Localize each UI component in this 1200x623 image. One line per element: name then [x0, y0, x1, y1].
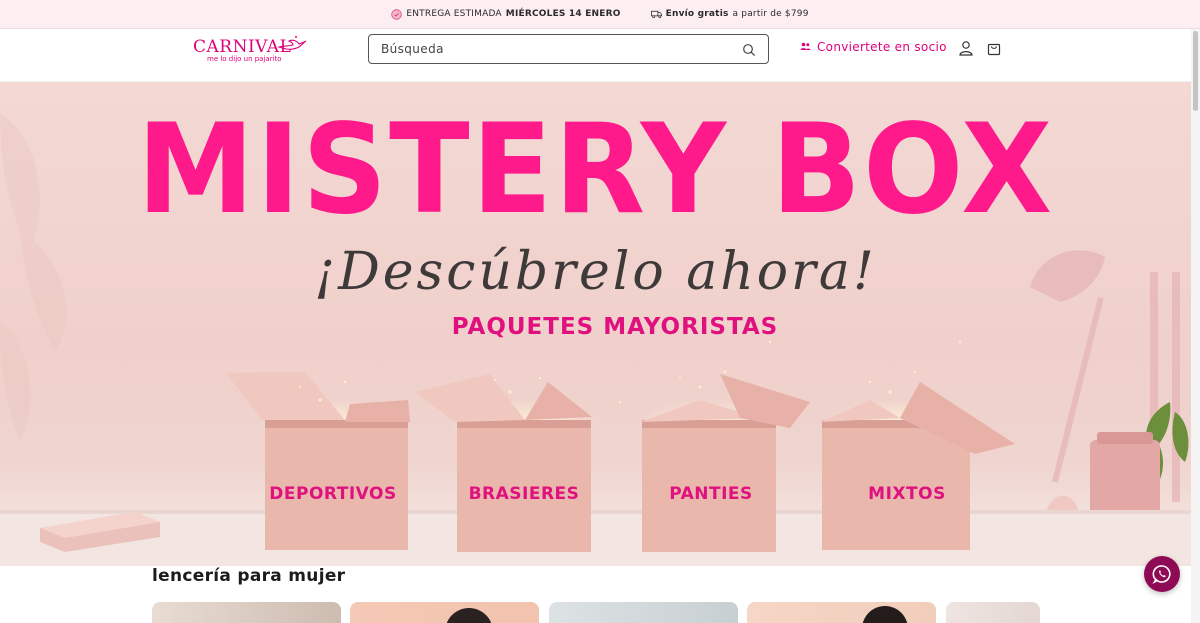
- product-card[interactable]: [747, 602, 936, 623]
- shipping-bold: Envío gratis: [665, 9, 729, 19]
- delivery-prefix: ENTREGA ESTIMADA: [406, 9, 502, 19]
- box-label-mixtos: MIXTOS: [868, 484, 946, 504]
- box-label-brasieres: BRASIERES: [468, 484, 580, 504]
- hero-banner[interactable]: MISTERY BOX ¡Descúbrelo ahora! PAQUETES …: [0, 82, 1191, 566]
- search-icon[interactable]: [742, 42, 756, 57]
- become-partner-link[interactable]: Conviertete en socio: [800, 40, 947, 54]
- product-card[interactable]: [350, 602, 539, 623]
- whatsapp-chat-button[interactable]: [1144, 556, 1180, 592]
- box-label-panties: PANTIES: [669, 484, 753, 504]
- whatsapp-icon: [1152, 565, 1171, 584]
- delivery-date: MIÉRCOLES 14 ENERO: [505, 9, 621, 19]
- hero-title: MISTERY BOX: [136, 96, 1055, 242]
- bag-icon[interactable]: [986, 40, 1002, 56]
- shipping-rest: a partir de $799: [732, 9, 809, 19]
- user-icon[interactable]: [958, 40, 974, 56]
- product-card[interactable]: [152, 602, 341, 623]
- announcement-bar: ENTREGA ESTIMADA MIÉRCOLES 14 ENERO Enví…: [0, 0, 1200, 29]
- product-card[interactable]: [946, 602, 1040, 623]
- product-cards: [152, 602, 1040, 623]
- logo[interactable]: CARNIVAL me lo dijo un pajarito: [193, 33, 308, 77]
- page-scrollbar[interactable]: [1191, 29, 1200, 623]
- users-icon: [800, 40, 811, 54]
- search-box[interactable]: [368, 34, 769, 64]
- site-header: CARNIVAL me lo dijo un pajarito Conviert…: [0, 29, 1200, 82]
- partner-label: Conviertete en socio: [817, 40, 947, 54]
- bird-logo-icon: [277, 36, 307, 50]
- section-title: lencería para mujer: [152, 566, 346, 586]
- hero-script: ¡Descúbrelo ahora!: [314, 242, 877, 302]
- product-card[interactable]: [549, 602, 738, 623]
- delivery-estimate: ENTREGA ESTIMADA MIÉRCOLES 14 ENERO: [391, 8, 621, 20]
- scrollbar-thumb[interactable]: [1193, 31, 1198, 111]
- hero-subtitle: PAQUETES MAYORISTAS: [451, 314, 779, 340]
- logo-tagline: me lo dijo un pajarito: [207, 55, 282, 63]
- truck-icon: [650, 9, 662, 20]
- search-input[interactable]: [381, 42, 742, 56]
- free-shipping-note: Envío gratis a partir de $799: [650, 9, 809, 20]
- box-label-deportivos: DEPORTIVOS: [269, 484, 397, 504]
- clock-icon: [391, 8, 403, 20]
